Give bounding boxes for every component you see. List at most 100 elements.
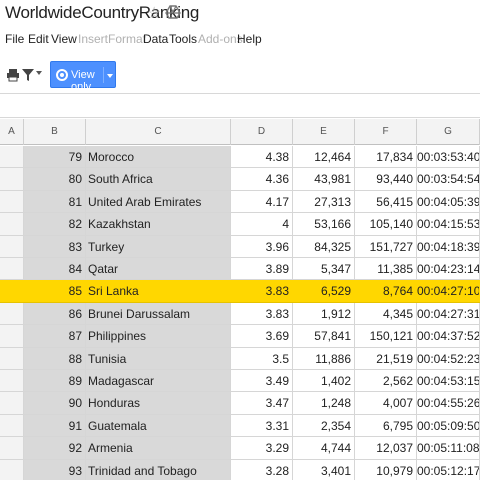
cell-e[interactable]: 11,886 (293, 347, 355, 369)
cell-f[interactable]: 151,727 (355, 235, 417, 257)
cell-d[interactable]: 3.89 (231, 258, 293, 280)
menu-item-data[interactable]: Data (143, 32, 168, 46)
country-cell[interactable]: United Arab Emirates (86, 190, 231, 213)
row-header[interactable] (0, 325, 24, 347)
column-header[interactable]: B (24, 119, 86, 145)
row-header[interactable] (0, 235, 24, 257)
country-cell[interactable]: Turkey (86, 235, 231, 257)
cell-e[interactable]: 1,402 (293, 370, 355, 392)
country-cell[interactable]: Tunisia (86, 347, 231, 369)
cell-g[interactable]: 00:04:55:26 (417, 392, 480, 414)
cell-d[interactable]: 3.29 (231, 437, 293, 459)
column-header[interactable]: D (231, 119, 293, 145)
cell-f[interactable]: 4,007 (355, 392, 417, 414)
cell-f[interactable]: 4,345 (355, 302, 417, 325)
cell-e[interactable]: 3,401 (293, 459, 355, 480)
cell-d[interactable]: 4 (231, 213, 293, 235)
cell-f[interactable]: 17,834 (355, 146, 417, 168)
cell-e[interactable]: 4,744 (293, 437, 355, 459)
cell-e[interactable]: 57,841 (293, 325, 355, 347)
column-header[interactable]: C (86, 119, 231, 145)
chevron-down-icon[interactable] (107, 74, 113, 78)
row-header[interactable] (0, 258, 24, 280)
country-cell[interactable]: Morocco (86, 146, 231, 168)
formula-bar[interactable] (0, 96, 480, 118)
cell-d[interactable]: 3.83 (231, 280, 293, 302)
cell-e[interactable]: 2,354 (293, 414, 355, 437)
cell-f[interactable]: 56,415 (355, 190, 417, 213)
rank-cell[interactable]: 81 (24, 190, 86, 213)
rank-cell[interactable]: 79 (24, 146, 86, 168)
row-header[interactable] (0, 347, 24, 369)
country-cell[interactable]: Qatar (86, 258, 231, 280)
country-cell[interactable]: Trinidad and Tobago (86, 459, 231, 480)
cell-d[interactable]: 3.28 (231, 459, 293, 480)
cell-f[interactable]: 93,440 (355, 168, 417, 190)
country-cell[interactable]: South Africa (86, 168, 231, 190)
filter-dropdown-icon[interactable] (36, 71, 42, 75)
menu-item-help[interactable]: Help (237, 32, 262, 46)
country-cell[interactable]: Kazakhstan (86, 213, 231, 235)
country-cell[interactable]: Armenia (86, 437, 231, 459)
cell-f[interactable]: 21,519 (355, 347, 417, 369)
menu-item-file[interactable]: File (5, 32, 24, 46)
view-only-button[interactable]: View only (50, 61, 116, 93)
row-header[interactable] (0, 392, 24, 414)
row-header[interactable] (0, 280, 24, 302)
cell-e[interactable]: 6,529 (293, 280, 355, 302)
cell-g[interactable]: 00:04:05:39 (417, 190, 480, 213)
cell-g[interactable]: 00:04:27:10 (417, 280, 480, 302)
rank-cell[interactable]: 93 (24, 459, 86, 480)
print-icon[interactable] (6, 68, 20, 82)
cell-d[interactable]: 3.69 (231, 325, 293, 347)
cell-d[interactable]: 3.47 (231, 392, 293, 414)
cell-f[interactable]: 8,764 (355, 280, 417, 302)
cell-d[interactable]: 3.49 (231, 370, 293, 392)
cell-d[interactable]: 3.83 (231, 302, 293, 325)
row-header[interactable] (0, 302, 24, 325)
rank-cell[interactable]: 84 (24, 258, 86, 280)
row-header[interactable] (0, 414, 24, 437)
menu-item-insert[interactable]: Insert (78, 32, 108, 46)
cell-d[interactable]: 4.36 (231, 168, 293, 190)
column-header[interactable]: F (355, 119, 417, 145)
row-header[interactable] (0, 459, 24, 480)
cell-d[interactable]: 4.38 (231, 146, 293, 168)
row-header[interactable] (0, 168, 24, 190)
rank-cell[interactable]: 91 (24, 414, 86, 437)
cell-f[interactable]: 6,795 (355, 414, 417, 437)
cell-e[interactable]: 1,912 (293, 302, 355, 325)
cell-d[interactable]: 3.31 (231, 414, 293, 437)
cell-e[interactable]: 53,166 (293, 213, 355, 235)
column-header[interactable]: G (417, 119, 480, 145)
rank-cell[interactable]: 82 (24, 213, 86, 235)
row-header[interactable] (0, 146, 24, 168)
row-header[interactable] (0, 437, 24, 459)
menu-item-edit[interactable]: Edit (28, 32, 49, 46)
cell-g[interactable]: 00:03:54:54 (417, 168, 480, 190)
cell-g[interactable]: 00:04:52:23 (417, 347, 480, 369)
country-cell[interactable]: Guatemala (86, 414, 231, 437)
country-cell[interactable]: Philippines (86, 325, 231, 347)
cell-f[interactable]: 150,121 (355, 325, 417, 347)
cell-f[interactable]: 2,562 (355, 370, 417, 392)
rank-cell[interactable]: 90 (24, 392, 86, 414)
rank-cell[interactable]: 85 (24, 280, 86, 302)
rank-cell[interactable]: 92 (24, 437, 86, 459)
rank-cell[interactable]: 86 (24, 302, 86, 325)
cell-f[interactable]: 10,979 (355, 459, 417, 480)
cell-e[interactable]: 43,981 (293, 168, 355, 190)
cell-g[interactable]: 00:04:27:31 (417, 302, 480, 325)
menu-item-format[interactable]: Format (108, 32, 146, 46)
drive-folder-icon[interactable] (165, 4, 181, 20)
cell-e[interactable]: 12,464 (293, 146, 355, 168)
cell-g[interactable]: 00:04:37:52 (417, 325, 480, 347)
row-header[interactable] (0, 190, 24, 213)
row-header[interactable] (0, 213, 24, 235)
country-cell[interactable]: Sri Lanka (86, 280, 231, 302)
column-header[interactable]: E (293, 119, 355, 145)
menu-item-addons[interactable]: Add-ons (198, 32, 243, 46)
column-header[interactable]: A (0, 119, 24, 145)
country-cell[interactable]: Honduras (86, 392, 231, 414)
rank-cell[interactable]: 80 (24, 168, 86, 190)
